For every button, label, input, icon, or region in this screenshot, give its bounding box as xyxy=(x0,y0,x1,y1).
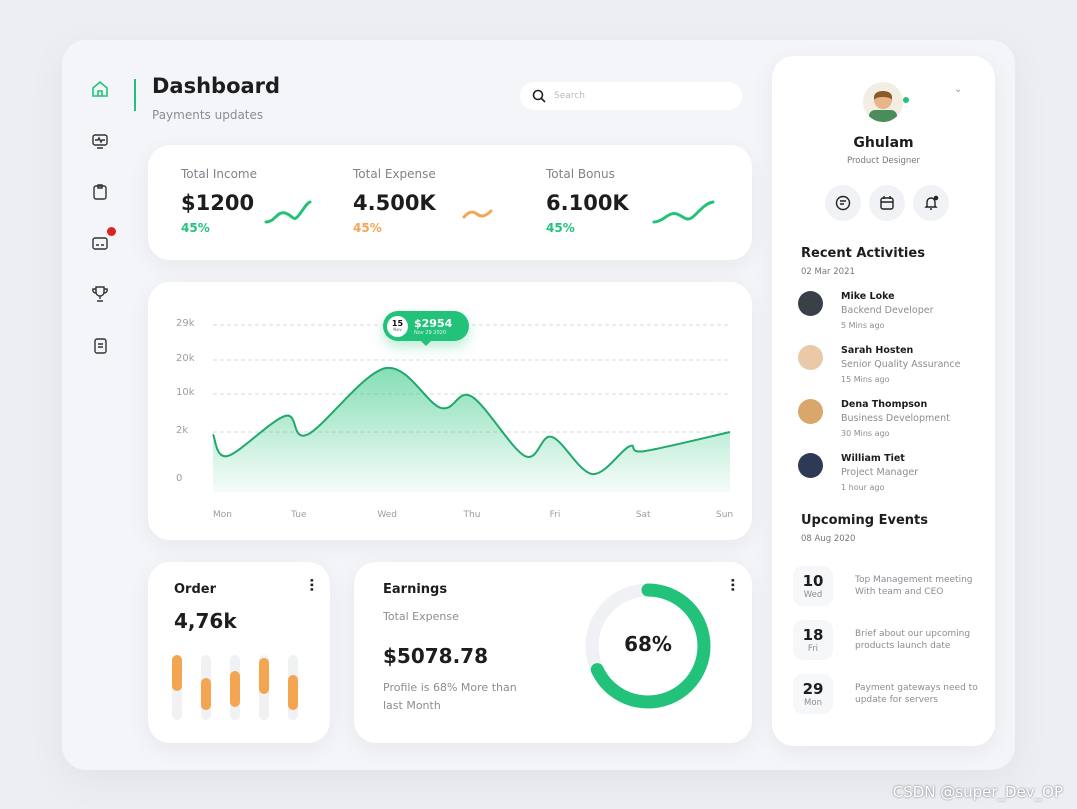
activity-item[interactable]: Sarah Hosten Senior Quality Assurance 15 M… xyxy=(798,345,960,384)
bell-icon xyxy=(924,195,939,210)
x-tick-label: Wed xyxy=(377,510,397,520)
x-tick-label: Mon xyxy=(213,510,232,520)
activity-time: 5 Mins ago xyxy=(841,321,885,330)
event-weekday: Fri xyxy=(807,644,819,654)
chart-tooltip: 15 Nov $2954 Nov 29 2020 xyxy=(383,311,469,346)
order-bar xyxy=(288,674,298,711)
order-bar xyxy=(230,671,240,707)
activity-name: Dena Thompson xyxy=(841,399,928,410)
earnings-card: Earnings Total Expense $5078.78 Profile … xyxy=(354,562,752,743)
order-value: 4,76k xyxy=(174,609,237,633)
event-day: 29 xyxy=(802,680,824,698)
activity-role: Backend Developer xyxy=(841,305,934,316)
x-tick-label: Tue xyxy=(291,510,307,520)
event-text: Payment gateways need to update for serv… xyxy=(855,683,978,705)
order-bar-track xyxy=(172,655,182,720)
y-tick-label: 0 xyxy=(176,473,183,484)
x-tick-label: Sat xyxy=(635,510,651,520)
y-tick-label: 29k xyxy=(176,318,195,329)
order-bar xyxy=(259,658,269,694)
y-tick-label: 10k xyxy=(176,387,195,398)
activity-item[interactable]: Dena Thompson Business Development 30 Mins… xyxy=(798,399,950,438)
calendar-button[interactable] xyxy=(869,185,905,221)
event-date: 29 Mon xyxy=(793,674,833,714)
event-item[interactable]: 18 Fri Brief about our upcoming products l… xyxy=(793,620,980,660)
event-weekday: Wed xyxy=(803,590,823,600)
avatar xyxy=(798,399,823,424)
event-date: 10 Wed xyxy=(793,566,833,606)
event-day: 18 xyxy=(802,626,824,644)
tooltip-value: $2954 xyxy=(414,316,453,330)
chart-area-fill xyxy=(213,367,730,492)
x-tick-label: Sun xyxy=(716,510,734,520)
event-day: 10 xyxy=(802,572,824,590)
more-icon[interactable]: ⋯ xyxy=(303,578,319,591)
recent-activities-title: Recent Activities xyxy=(801,246,925,261)
activity-time: 30 Mins ago xyxy=(841,429,890,438)
y-tick-label: 2k xyxy=(176,425,189,436)
upcoming-events-date: 08 Aug 2020 xyxy=(801,534,856,544)
message-icon xyxy=(835,195,851,211)
order-bar-track xyxy=(259,655,269,720)
event-item[interactable]: 10 Wed Top Management meeting With team an… xyxy=(793,566,980,606)
activity-role: Business Development xyxy=(841,413,950,424)
activity-name: Sarah Hosten xyxy=(841,345,914,356)
calendar-icon xyxy=(880,196,894,210)
event-weekday: Mon xyxy=(804,698,822,708)
profile-name: Ghulam xyxy=(853,135,914,151)
activity-time: 15 Mins ago xyxy=(841,375,890,384)
watermark: CSDN @super_Dev_OP xyxy=(892,783,1063,801)
profile-avatar[interactable] xyxy=(863,82,903,122)
event-text: Top Management meeting With team and CEO xyxy=(855,575,973,597)
order-bar-track xyxy=(288,655,298,720)
order-bar xyxy=(172,655,182,691)
earnings-percent: 68% xyxy=(624,632,672,656)
messages-button[interactable] xyxy=(825,185,861,221)
profile-role: Product Designer xyxy=(846,156,921,166)
event-text: Brief about our upcoming products launch… xyxy=(855,629,971,651)
activity-role: Senior Quality Assurance xyxy=(841,359,961,370)
order-bar-track xyxy=(201,655,211,720)
activity-item[interactable]: Mike Loke Backend Developer 5 Mins ago xyxy=(798,291,934,330)
order-bar xyxy=(201,677,211,711)
x-tick-label: Fri xyxy=(549,510,561,520)
event-item[interactable]: 29 Mon Payment gateways need to update for… xyxy=(793,674,980,714)
recent-activities-date: 02 Mar 2021 xyxy=(801,267,855,277)
tooltip-day-sub: Nov xyxy=(393,327,402,332)
earnings-label: Total Expense xyxy=(383,610,459,623)
avatar xyxy=(798,345,823,370)
earnings-title: Earnings xyxy=(383,582,448,597)
activity-role: Project Manager xyxy=(841,467,919,478)
chevron-down-icon[interactable]: ⌄ xyxy=(954,84,962,95)
activity-item[interactable]: William Tiet Project Manager 1 hour ago xyxy=(798,453,918,492)
upcoming-events-title: Upcoming Events xyxy=(801,513,928,528)
event-date: 18 Fri xyxy=(793,620,833,660)
activity-name: William Tiet xyxy=(841,453,905,464)
notifications-button[interactable] xyxy=(913,185,949,221)
more-icon[interactable]: ⋯ xyxy=(724,578,740,591)
avatar xyxy=(798,291,823,316)
avatar xyxy=(798,453,823,478)
activity-name: Mike Loke xyxy=(841,291,895,302)
earnings-value: $5078.78 xyxy=(383,644,489,668)
online-status-dot xyxy=(903,97,909,103)
tooltip-date: Nov 29 2020 xyxy=(414,329,447,336)
order-bar-track xyxy=(230,655,240,720)
earnings-note: Profile is 68% More than last Month xyxy=(383,681,517,712)
order-title: Order xyxy=(174,582,216,597)
activity-time: 1 hour ago xyxy=(841,483,885,492)
y-tick-label: 20k xyxy=(176,353,195,364)
x-tick-label: Thu xyxy=(463,510,481,520)
tooltip-day: 15 Nov xyxy=(387,315,408,337)
